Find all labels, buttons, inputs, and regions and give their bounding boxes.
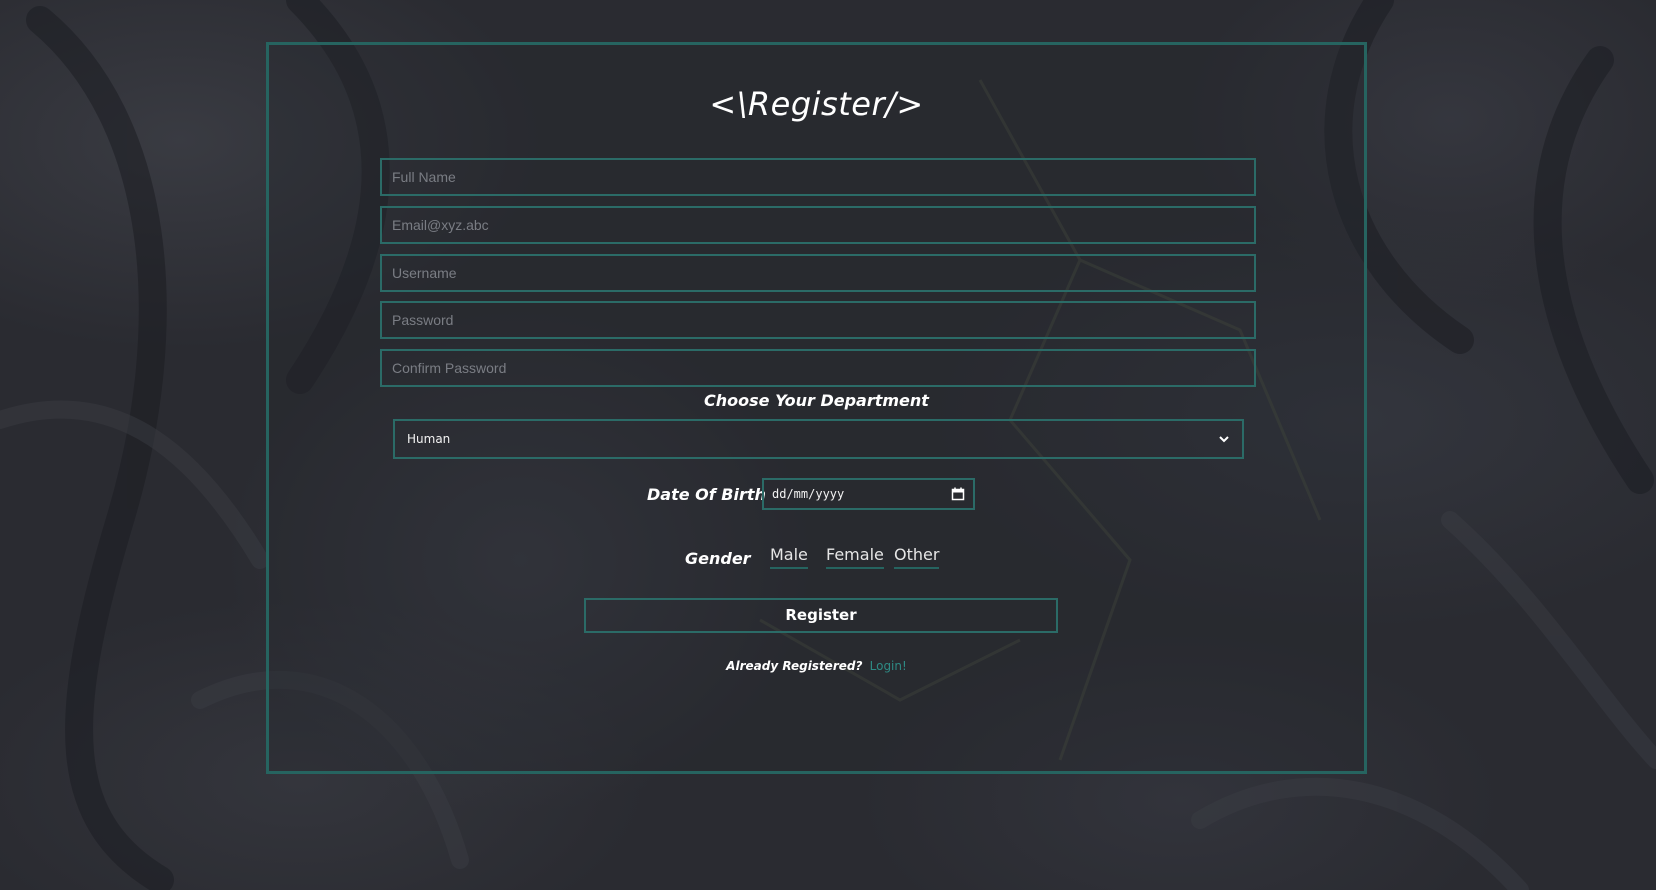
dob-label: Date Of Birth (647, 485, 766, 504)
gender-male-option[interactable]: Male (770, 545, 808, 569)
gender-female-option[interactable]: Female (826, 545, 884, 569)
username-input[interactable] (380, 254, 1256, 292)
department-select[interactable]: Human (393, 419, 1244, 459)
already-registered-line: Already Registered? Login! (269, 659, 1364, 673)
gender-other-option[interactable]: Other (894, 545, 940, 569)
dob-placeholder: dd/mm/yyyy (772, 487, 845, 501)
password-input[interactable] (380, 301, 1256, 339)
already-registered-text: Already Registered? (726, 659, 863, 673)
dob-input[interactable]: dd/mm/yyyy (762, 478, 975, 510)
chevron-down-icon (1219, 436, 1229, 443)
confirm-password-input[interactable] (380, 349, 1256, 387)
department-label: Choose Your Department (704, 391, 929, 410)
calendar-icon[interactable] (951, 487, 965, 501)
login-link[interactable]: Login! (870, 659, 907, 673)
gender-label: Gender (685, 549, 751, 568)
department-selected-value: Human (407, 432, 451, 446)
register-button[interactable]: Register (584, 598, 1058, 633)
page-title: <\Register/> (709, 85, 924, 123)
email-input[interactable] (380, 206, 1256, 244)
full-name-input[interactable] (380, 158, 1256, 196)
register-panel: <\Register/> Choose Your Department Huma… (266, 42, 1367, 774)
